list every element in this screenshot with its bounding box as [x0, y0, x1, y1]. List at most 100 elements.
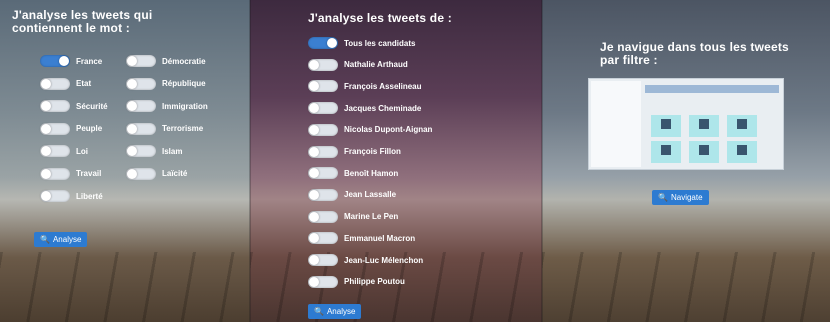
toggle-knob [309, 124, 319, 135]
toggle-knob [41, 168, 51, 179]
filter-toggle[interactable]: République [126, 76, 206, 92]
preview-card [727, 141, 757, 163]
toggle-knob [41, 191, 51, 201]
toggle-label: Nathalie Arthaud [344, 60, 408, 70]
toggle-label: Tous les candidats [344, 38, 416, 48]
preview-sidebar [591, 81, 641, 167]
word-filter-panel: J'analyse les tweets qui contiennent le … [0, 0, 250, 322]
navigate-panel-title: Je navigue dans tous les tweets par filt… [600, 41, 789, 67]
toggle-switch[interactable] [126, 145, 156, 157]
filter-toggle[interactable]: Laïcité [126, 166, 187, 182]
toggle-label: Benoît Hamon [344, 168, 399, 178]
filter-toggle[interactable]: Emmanuel Macron [308, 230, 415, 246]
toggle-knob [309, 255, 319, 265]
toggle-knob [309, 103, 319, 114]
toggle-switch[interactable] [308, 58, 338, 71]
navigate-button[interactable]: 🔍 Navigate [652, 190, 709, 205]
filter-toggle[interactable]: France [40, 53, 102, 69]
toggle-label: Liberté [76, 191, 103, 201]
toggle-label: Nicolas Dupont-Aignan [344, 125, 433, 135]
preview-card [689, 141, 719, 163]
filter-toggle[interactable]: Etat [40, 76, 91, 92]
toggle-switch[interactable] [40, 167, 70, 180]
toggle-label: Terrorisme [162, 124, 204, 133]
toggle-knob [41, 146, 51, 156]
toggle-label: Emmanuel Macron [344, 233, 416, 243]
toggle-knob [309, 276, 319, 287]
toggle-knob [309, 81, 319, 92]
toggle-knob [309, 168, 319, 179]
navigate-panel: Je navigue dans tous les tweets par filt… [542, 0, 830, 322]
toggle-switch[interactable] [308, 232, 338, 245]
filter-toggle[interactable]: Nicolas Dupont-Aignan [308, 122, 432, 138]
toggle-switch[interactable] [40, 77, 70, 90]
toggle-switch[interactable] [308, 167, 338, 180]
toggle-label: Immigration [162, 101, 208, 111]
toggle-switch[interactable] [40, 55, 70, 67]
toggle-switch[interactable] [308, 254, 338, 266]
toggle-knob [41, 78, 51, 89]
filter-toggle[interactable]: Marine Le Pen [308, 209, 398, 225]
toggle-switch[interactable] [40, 122, 70, 135]
toggle-label: Jean Lassalle [344, 190, 397, 200]
toggle-label: Philippe Poutou [344, 277, 405, 287]
word-panel-title: J'analyse les tweets qui contiennent le … [12, 9, 152, 35]
filter-toggle[interactable]: Sécurité [40, 98, 108, 114]
search-icon: 🔍 [40, 235, 50, 244]
filter-toggle[interactable]: Benoît Hamon [308, 165, 398, 181]
analyse-candidates-button[interactable]: 🔍 Analyse [308, 304, 362, 319]
filter-toggle[interactable]: François Fillon [308, 144, 401, 160]
toggle-label: Jean-Luc Mélenchon [344, 255, 424, 265]
filter-toggle[interactable]: Jean Lassalle [308, 187, 396, 203]
toggle-knob [309, 233, 319, 244]
toggle-label: Travail [76, 169, 102, 178]
analyse-candidates-label: Analyse [326, 307, 356, 316]
toggle-switch[interactable] [308, 275, 338, 288]
toggle-label: Jacques Cheminade [344, 103, 422, 113]
toggle-switch[interactable] [308, 210, 338, 223]
toggle-switch[interactable] [126, 100, 156, 112]
toggle-knob [127, 123, 137, 134]
filter-toggle[interactable]: Terrorisme [126, 121, 203, 137]
toggle-knob [127, 146, 137, 156]
filter-toggle[interactable]: Jacques Cheminade [308, 100, 421, 116]
filter-toggle[interactable]: Démocratie [126, 53, 206, 69]
filter-toggle[interactable]: Nathalie Arthaud [308, 57, 408, 73]
toggle-switch[interactable] [40, 100, 70, 112]
filter-toggle[interactable]: Peuple [40, 121, 102, 137]
filter-toggle[interactable]: Jean-Luc Mélenchon [308, 252, 423, 268]
floor-texture [542, 252, 830, 322]
toggle-switch[interactable] [126, 167, 156, 180]
toggle-switch[interactable] [126, 77, 156, 90]
toggle-switch[interactable] [40, 190, 70, 202]
word-panel-title-line2: contiennent le mot : [12, 21, 130, 35]
toggle-switch[interactable] [308, 102, 338, 115]
toggle-switch[interactable] [40, 145, 70, 157]
toggle-switch[interactable] [126, 55, 156, 67]
app-root: J'analyse les tweets qui contiennent le … [0, 0, 830, 322]
filter-toggle[interactable]: Travail [40, 166, 101, 182]
toggle-knob [59, 56, 69, 66]
toggle-switch[interactable] [126, 122, 156, 135]
filter-toggle[interactable]: Immigration [126, 98, 208, 114]
toggle-switch[interactable] [308, 123, 338, 136]
toggle-knob [309, 146, 319, 157]
toggle-knob [127, 78, 137, 89]
toggle-switch[interactable] [308, 145, 338, 158]
toggle-switch[interactable] [308, 80, 338, 93]
filter-toggle[interactable]: Islam [126, 143, 182, 159]
filter-toggle[interactable]: Philippe Poutou [308, 274, 405, 290]
toggle-knob [127, 101, 137, 111]
toggle-switch[interactable] [308, 37, 338, 49]
filter-toggle[interactable]: Liberté [40, 188, 103, 204]
toggle-label: Sécurité [76, 101, 108, 111]
filter-toggle[interactable]: François Asselineau [308, 78, 422, 94]
toggle-switch[interactable] [308, 188, 338, 201]
filter-toggle[interactable]: Loi [40, 143, 88, 159]
preview-card [689, 115, 719, 137]
toggle-label: Loi [76, 146, 88, 156]
analyse-words-button[interactable]: 🔍 Analyse [34, 232, 88, 247]
filter-toggle[interactable]: Tous les candidats [308, 35, 415, 51]
toggle-knob [41, 123, 51, 134]
toggle-label: Peuple [76, 124, 103, 133]
